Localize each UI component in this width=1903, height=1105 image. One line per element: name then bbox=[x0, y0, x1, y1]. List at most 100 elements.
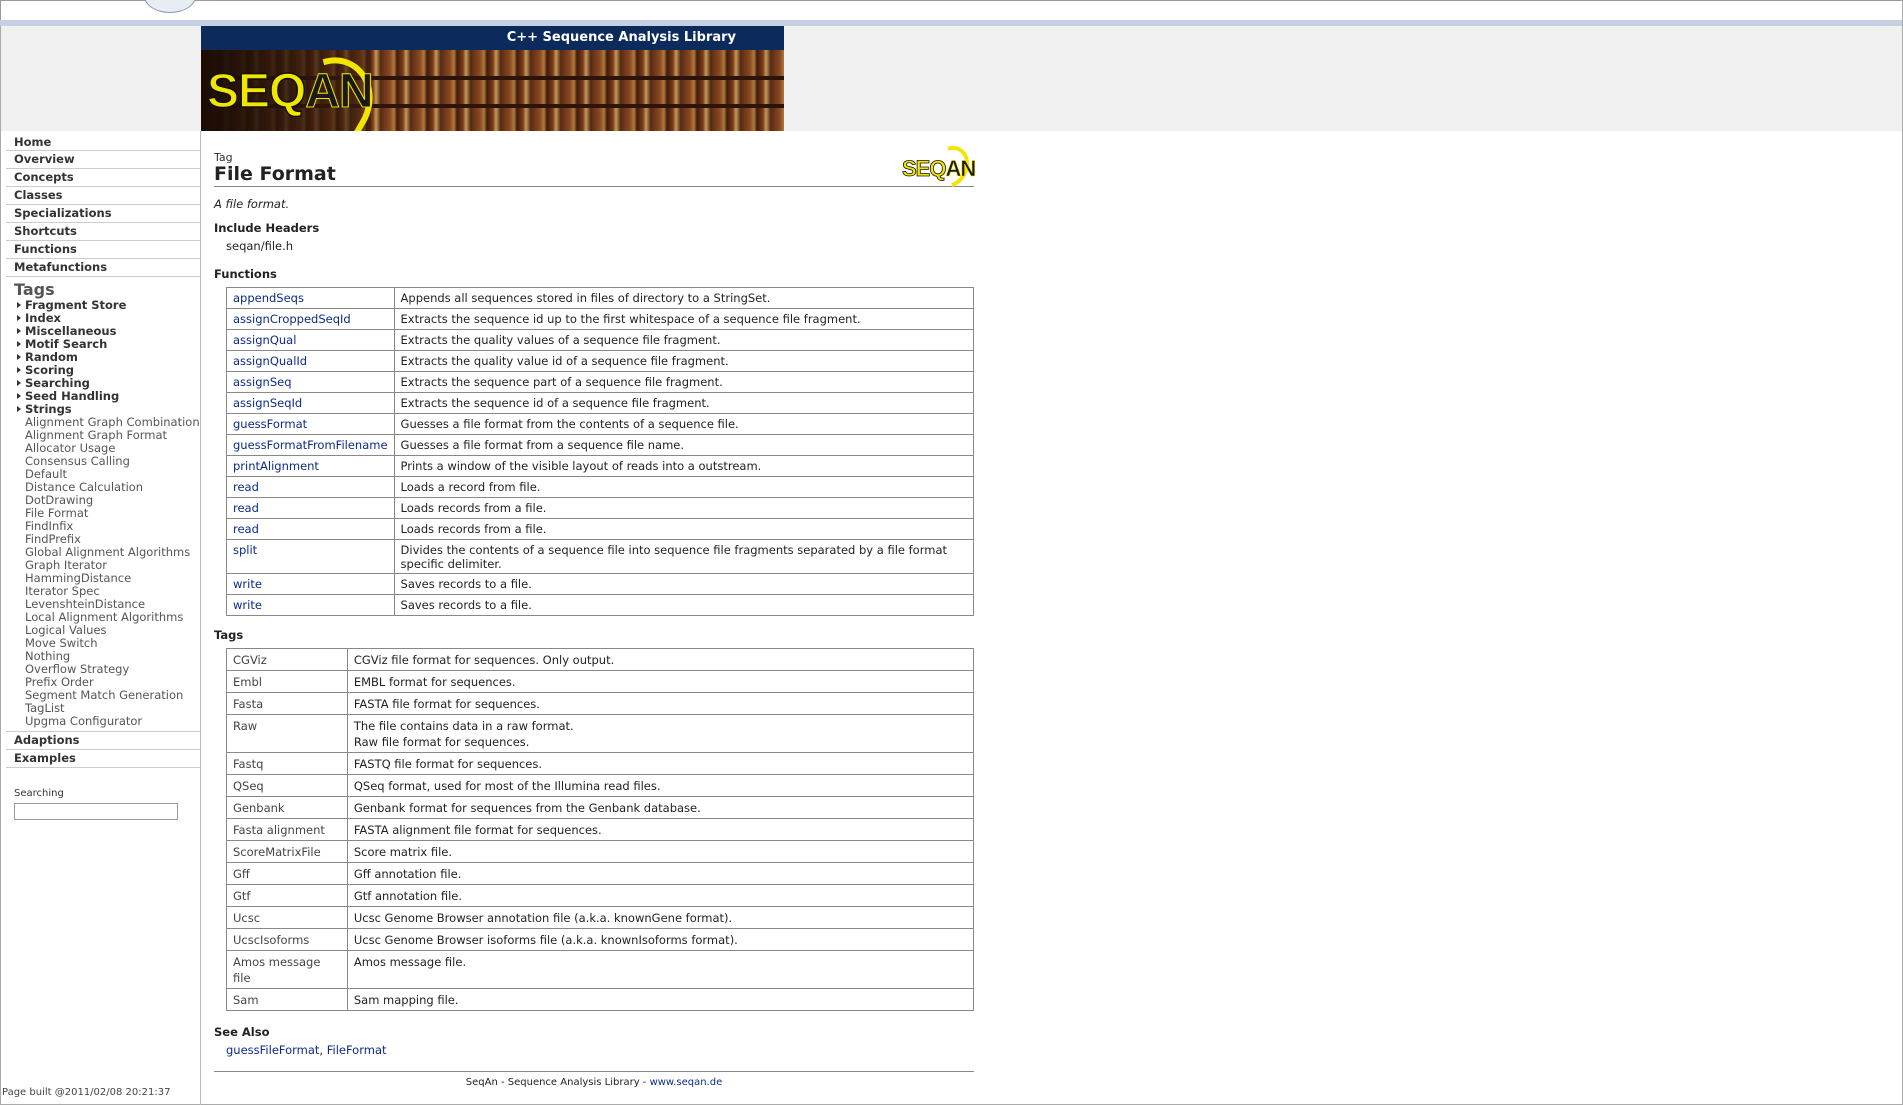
nav-item-specializations[interactable]: Specializations bbox=[6, 205, 200, 223]
nav-item-metafunctions[interactable]: Metafunctions bbox=[6, 259, 200, 277]
functions-heading: Functions bbox=[214, 267, 277, 281]
tag-name: UcscIsoforms bbox=[226, 928, 348, 951]
tag-description: FASTQ file format for sequences. bbox=[353, 757, 543, 771]
tag-description-cell: Genbank format for sequences from the Ge… bbox=[346, 796, 975, 819]
see-also-link[interactable]: FileFormat bbox=[327, 1043, 387, 1057]
tag-description-cell: Ucsc Genome Browser annotation file (a.k… bbox=[346, 906, 975, 929]
function-description: Divides the contents of a sequence file … bbox=[393, 539, 975, 574]
search-label: Searching bbox=[14, 788, 64, 799]
function-link[interactable]: read bbox=[233, 522, 259, 536]
expand-arrow-icon[interactable] bbox=[17, 315, 21, 321]
small-logo-seq: SEQ bbox=[902, 156, 947, 182]
function-link[interactable]: assignSeq bbox=[233, 375, 292, 389]
expand-arrow-icon[interactable] bbox=[17, 328, 21, 334]
function-description: Loads records from a file. bbox=[393, 518, 975, 540]
tag-name: Ucsc bbox=[226, 906, 348, 929]
nav-tags-heading: Tags bbox=[14, 280, 55, 299]
tag-description-cell: CGViz file format for sequences. Only ou… bbox=[346, 648, 975, 671]
tag-row: Amos message file Amos message file. bbox=[226, 950, 975, 989]
function-link[interactable]: split bbox=[233, 543, 257, 557]
sidebar-nav: Home Overview Concepts Classes Specializatio… bbox=[6, 131, 200, 820]
page-title: File Format bbox=[214, 163, 336, 185]
function-link[interactable]: guessFormatFromFilename bbox=[233, 438, 388, 452]
tag-description-cell: Gtf annotation file. bbox=[346, 884, 975, 907]
function-name-cell: assignQual bbox=[226, 329, 395, 351]
tag-description-cell: FASTA file format for sequences. bbox=[346, 692, 975, 715]
main-content: SEQAN Tag File Format A file format. Inc… bbox=[214, 131, 977, 1088]
nav-tag-link-upgma-configurator[interactable]: Upgma Configurator bbox=[6, 715, 200, 728]
nav-bottom-list: Adaptions Examples bbox=[6, 732, 200, 768]
footer-link[interactable]: www.seqan.de bbox=[650, 1077, 723, 1088]
tag-name: Gff bbox=[226, 862, 348, 885]
function-name-cell: read bbox=[226, 518, 395, 540]
tag-row: Raw The file contains data in a raw forma… bbox=[226, 714, 975, 753]
see-also-list: guessFileFormat, FileFormat bbox=[226, 1043, 974, 1057]
tag-row: Embl EMBL format for sequences. bbox=[226, 670, 975, 693]
function-link[interactable]: assignSeqId bbox=[233, 396, 302, 410]
function-link[interactable]: guessFormat bbox=[233, 417, 307, 431]
expand-arrow-icon[interactable] bbox=[17, 393, 21, 399]
nav-tag-category-label: Miscellaneous bbox=[25, 324, 117, 338]
nav-tag-category-label: Motif Search bbox=[25, 337, 108, 351]
tag-description-cell: EMBL format for sequences. bbox=[346, 670, 975, 693]
function-link[interactable]: assignQual bbox=[233, 333, 296, 347]
footer: SeqAn - Sequence Analysis Library - www.… bbox=[214, 1077, 974, 1088]
nav-item-overview[interactable]: Overview bbox=[6, 151, 200, 169]
function-row: assignQual Extracts the quality values of… bbox=[226, 329, 975, 351]
function-description: Prints a window of the visible layout of… bbox=[393, 455, 975, 477]
tag-description-cell: FASTQ file format for sequences. bbox=[346, 752, 975, 775]
function-description: Guesses a file format from a sequence fi… bbox=[393, 434, 975, 456]
expand-arrow-icon[interactable] bbox=[17, 354, 21, 360]
function-description: Saves records to a file. bbox=[393, 594, 975, 616]
seqan-banner[interactable]: C++ Sequence Analysis Library SEQAN bbox=[201, 26, 784, 131]
function-link[interactable]: assignCroppedSeqId bbox=[233, 312, 351, 326]
function-link[interactable]: printAlignment bbox=[233, 459, 319, 473]
tag-description: Raw file format for sequences. bbox=[353, 735, 530, 749]
expand-arrow-icon[interactable] bbox=[17, 341, 21, 347]
nav-tag-category-label: Seed Handling bbox=[25, 389, 120, 403]
tag-description: Score matrix file. bbox=[353, 845, 453, 859]
seqan-small-logo[interactable]: SEQAN bbox=[902, 138, 977, 196]
search-input[interactable] bbox=[14, 803, 178, 820]
function-link[interactable]: read bbox=[233, 501, 259, 515]
function-link[interactable]: write bbox=[233, 577, 262, 591]
expand-arrow-icon[interactable] bbox=[17, 406, 21, 412]
nav-item-adaptions[interactable]: Adaptions bbox=[6, 732, 200, 750]
see-also-link[interactable]: guessFileFormat bbox=[226, 1043, 319, 1057]
tag-name: CGViz bbox=[226, 648, 348, 671]
nav-item-home[interactable]: Home bbox=[6, 131, 200, 151]
tag-row: Sam Sam mapping file. bbox=[226, 988, 975, 1011]
tag-description: FASTA alignment file format for sequence… bbox=[353, 823, 602, 837]
function-row: guessFormat Guesses a file format from th… bbox=[226, 413, 975, 435]
expand-arrow-icon[interactable] bbox=[17, 380, 21, 386]
nav-tag-category-label: Fragment Store bbox=[25, 298, 127, 312]
tag-description: Sam mapping file. bbox=[353, 993, 459, 1007]
tag-name: QSeq bbox=[226, 774, 348, 797]
function-description: Extracts the sequence id up to the first… bbox=[393, 308, 975, 330]
tag-description-cell: QSeq format, used for most of the Illumi… bbox=[346, 774, 975, 797]
tag-description: EMBL format for sequences. bbox=[353, 675, 516, 689]
tag-description: Gtf annotation file. bbox=[353, 889, 463, 903]
function-link[interactable]: appendSeqs bbox=[233, 291, 304, 305]
expand-arrow-icon[interactable] bbox=[17, 367, 21, 373]
tags-table: CGViz CGViz file format for sequences. On… bbox=[226, 648, 975, 1011]
nav-item-classes[interactable]: Classes bbox=[6, 187, 200, 205]
nav-item-concepts[interactable]: Concepts bbox=[6, 169, 200, 187]
function-link[interactable]: read bbox=[233, 480, 259, 494]
function-link[interactable]: assignQualId bbox=[233, 354, 307, 368]
footer-rule bbox=[214, 1071, 974, 1072]
tag-description: Gff annotation file. bbox=[353, 867, 462, 881]
nav-item-shortcuts[interactable]: Shortcuts bbox=[6, 223, 200, 241]
tag-row: Gtf Gtf annotation file. bbox=[226, 884, 975, 907]
function-link[interactable]: write bbox=[233, 598, 262, 612]
nav-tag-links: Alignment Graph Combination Alignment Gra… bbox=[6, 416, 200, 728]
nav-item-examples[interactable]: Examples bbox=[6, 750, 200, 768]
nav-item-functions[interactable]: Functions bbox=[6, 241, 200, 259]
function-name-cell: write bbox=[226, 573, 395, 595]
expand-arrow-icon[interactable] bbox=[17, 302, 21, 308]
function-description: Extracts the quality value id of a seque… bbox=[393, 350, 975, 372]
nav-tags-section: Tags Fragment Store Index Miscellaneous Mot… bbox=[6, 281, 200, 732]
nav-tag-categories: Fragment Store Index Miscellaneous Motif Se… bbox=[6, 299, 200, 416]
tag-row: Ucsc Ucsc Genome Browser annotation file … bbox=[226, 906, 975, 929]
tag-name: Genbank bbox=[226, 796, 348, 819]
